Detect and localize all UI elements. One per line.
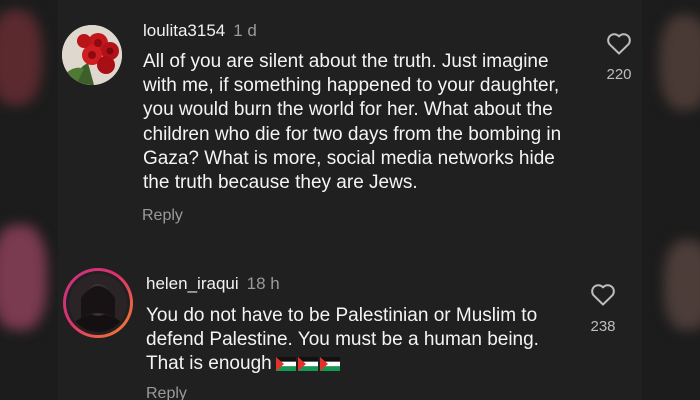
comment-line: You do not have to be Palestinian or Mus… — [146, 305, 538, 326]
reply-button[interactable]: Reply — [142, 207, 183, 225]
emoji-group — [275, 352, 342, 376]
comment-text: You do not have to be Palestinian or Mus… — [146, 304, 539, 377]
comment-line: defend Palestine. You must be a human be… — [146, 329, 539, 351]
comment-text: All of you are silent about the truth. J… — [143, 50, 561, 195]
like-count: 238 — [590, 318, 616, 335]
comment-item: helen_iraqui 18 h You do not have to be P… — [58, 240, 642, 400]
comment-line-text: That is enough — [146, 353, 272, 375]
username[interactable]: helen_iraqui — [146, 274, 239, 293]
blurred-left-panel — [0, 0, 58, 400]
user-avatar[interactable] — [62, 25, 122, 85]
comment-line: Gaza? What is more, social media network… — [143, 147, 555, 169]
palestine-flag-emoji — [319, 357, 340, 372]
user-avatar[interactable] — [63, 268, 133, 338]
comment-meta: helen_iraqui 18 h — [146, 274, 280, 294]
comments-screen: loulita3154 1 d All of you are silent abo… — [0, 0, 700, 400]
comment-line: children who die for two days from the b… — [143, 123, 562, 145]
heart-outline-icon — [607, 33, 631, 55]
palestine-flag-emoji — [297, 357, 318, 372]
timestamp: 1 d — [233, 21, 257, 40]
heart-outline-icon — [591, 284, 615, 306]
comment-meta: loulita3154 1 d — [143, 21, 257, 41]
username[interactable]: loulita3154 — [143, 21, 225, 40]
comment-item: loulita3154 1 d All of you are silent abo… — [58, 0, 642, 240]
red-roses-avatar-icon — [62, 25, 122, 85]
like-button[interactable] — [606, 32, 632, 61]
like-button[interactable] — [590, 283, 616, 312]
comment-line: the truth because they are Jews. — [143, 172, 418, 194]
like-count: 220 — [606, 66, 632, 83]
palestine-flag-emoji — [275, 357, 296, 372]
blurred-right-panel — [642, 0, 700, 400]
timestamp: 18 h — [246, 274, 280, 293]
comment-line: All of you are silent about the truth. J… — [143, 51, 549, 72]
comment-line: That is enough — [146, 352, 539, 376]
comment-line: with me, if something happened to your d… — [143, 75, 560, 97]
story-ring-avatar-icon — [69, 274, 127, 332]
comment-line: you would burn the world for her. What a… — [143, 99, 553, 121]
reply-button[interactable]: Reply — [146, 385, 187, 400]
